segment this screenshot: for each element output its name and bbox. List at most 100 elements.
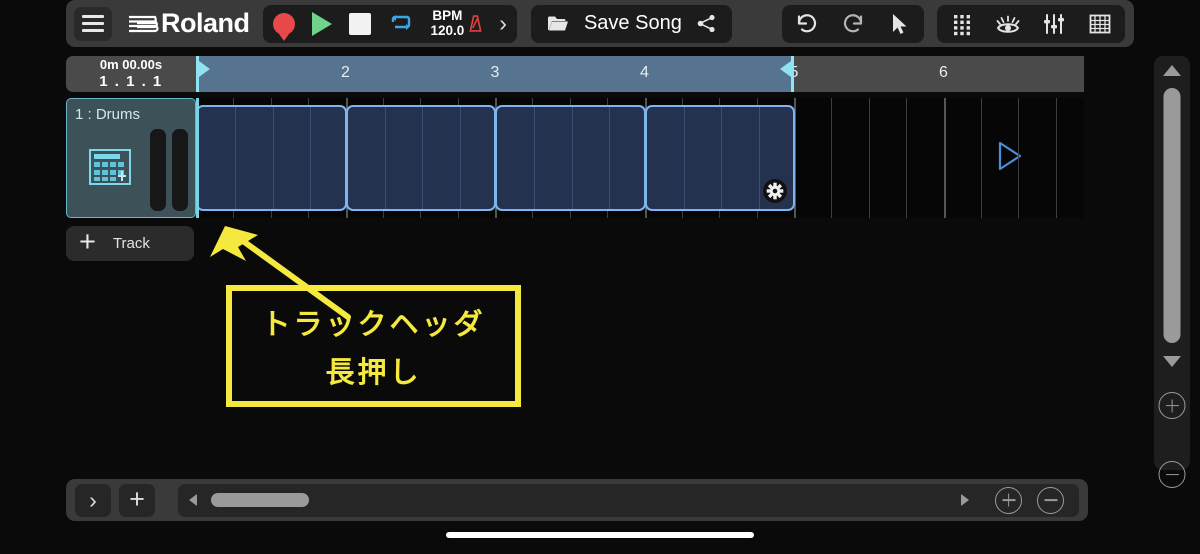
- bpm-display[interactable]: BPM 120.0: [430, 7, 483, 39]
- time-display: 0m 00.00s: [99, 56, 163, 72]
- vertical-scrollbar[interactable]: [1154, 56, 1190, 488]
- beat-gridline: [1055, 98, 1057, 218]
- clip-beat-line: [422, 107, 424, 209]
- clip-beat-line: [683, 107, 685, 209]
- triangle-down-icon[interactable]: [1163, 356, 1181, 367]
- tools-groups: [782, 4, 1125, 43]
- loop-button[interactable]: [388, 12, 414, 36]
- transport-controls: BPM 120.0 ›: [262, 4, 517, 43]
- clip-beat-line: [235, 107, 237, 209]
- annotation-callout: トラックヘッダ 長押し: [225, 284, 522, 408]
- stop-icon: [348, 12, 371, 35]
- folder-icon[interactable]: [547, 15, 569, 32]
- bar-gridline: [943, 98, 946, 218]
- triangle-left-icon[interactable]: [189, 494, 197, 506]
- ruler-bar-number: 2: [341, 64, 350, 81]
- pads-grid-icon[interactable]: [950, 12, 974, 36]
- track-header-drums[interactable]: 1 : Drums: [66, 98, 196, 218]
- beat-gridline: [868, 98, 870, 218]
- stop-button[interactable]: [348, 12, 371, 35]
- track-name-label: 1 : Drums: [75, 106, 141, 123]
- loop-marker-start[interactable]: [196, 56, 210, 92]
- roland-mark-icon: [129, 15, 159, 32]
- edit-tools-group: [782, 4, 924, 43]
- triangle-up-icon[interactable]: [1163, 65, 1181, 76]
- play-icon: [311, 11, 332, 36]
- roland-logo: Roland: [125, 8, 250, 39]
- bottom-toolbar: › +: [66, 479, 1088, 521]
- clip-beat-line: [310, 107, 312, 209]
- clip-beat-line: [721, 107, 723, 209]
- beat-gridline: [831, 98, 833, 218]
- clip[interactable]: [345, 105, 496, 211]
- ruler-bar-number: 3: [490, 64, 500, 81]
- bar-beat-display: 1 . 1 . 1: [99, 72, 163, 90]
- brand-name: Roland: [161, 8, 250, 38]
- ruler-bar-number: 4: [640, 64, 649, 81]
- clip-beat-line: [384, 107, 386, 209]
- share-icon[interactable]: [697, 14, 716, 33]
- plus-icon: +: [79, 225, 96, 258]
- loop-icon: [391, 14, 410, 30]
- annotation-line-2: 長押し: [325, 357, 422, 389]
- zoom-out-icon[interactable]: [1158, 461, 1186, 488]
- save-song-label[interactable]: Save Song: [584, 12, 682, 35]
- clip-beat-line: [758, 107, 760, 209]
- eye-icon[interactable]: [996, 12, 1020, 36]
- top-toolbar: Roland BPM 120.0 › Save Song: [66, 0, 1134, 47]
- song-file-group: Save Song: [530, 4, 732, 43]
- lane-play-button[interactable]: [996, 140, 1024, 177]
- time-position-display[interactable]: 0m 00.00s 1 . 1 . 1: [66, 56, 196, 92]
- clip-beat-line: [459, 107, 461, 209]
- clip[interactable]: [495, 105, 646, 211]
- ruler-bar-number: 6: [939, 64, 948, 81]
- zoom-out-icon[interactable]: [1037, 486, 1064, 514]
- annotation-line-1: トラックヘッダ: [261, 309, 486, 341]
- clip-beat-line: [272, 107, 274, 209]
- clip-beat-line: [571, 107, 573, 209]
- zoom-in-icon[interactable]: [995, 486, 1022, 514]
- bpm-value: 120.0: [430, 22, 465, 38]
- redo-icon[interactable]: [841, 12, 865, 36]
- zoom-in-icon[interactable]: [1158, 392, 1186, 419]
- timeline-ruler[interactable]: 23456: [196, 56, 1084, 92]
- clip-beat-line: [609, 107, 611, 209]
- track-lane-drums[interactable]: [196, 98, 1084, 218]
- playhead[interactable]: [196, 98, 199, 218]
- play-button[interactable]: [311, 11, 332, 36]
- plus-icon: +: [129, 483, 145, 514]
- bpm-label: BPM: [432, 7, 463, 23]
- clip[interactable]: [196, 105, 347, 211]
- mixer-faders-icon[interactable]: [1042, 12, 1066, 36]
- record-icon: [272, 12, 295, 35]
- home-indicator: [446, 532, 754, 538]
- beat-gridline: [1018, 98, 1020, 218]
- hamburger-menu-icon[interactable]: [74, 6, 112, 41]
- clip-beat-line: [534, 107, 536, 209]
- horizontal-scroll-thumb[interactable]: [211, 493, 309, 507]
- gear-icon[interactable]: [763, 179, 787, 203]
- piano-grid-icon[interactable]: [1088, 12, 1112, 36]
- triangle-right-icon[interactable]: [961, 494, 969, 506]
- metronome-icon: [469, 15, 482, 32]
- horizontal-scrollbar[interactable]: [178, 483, 1079, 517]
- clip[interactable]: [644, 105, 795, 211]
- track-level-meters: [150, 129, 188, 211]
- roland-zenbeats-app: Roland BPM 120.0 › Save Song 0m 00.00s 1…: [0, 0, 1200, 554]
- panel-expand-button[interactable]: ›: [75, 483, 111, 517]
- view-tools-group: [937, 4, 1125, 43]
- undo-icon[interactable]: [795, 12, 819, 36]
- pointer-icon[interactable]: [887, 12, 911, 36]
- chevron-right-icon: ›: [89, 486, 97, 513]
- drum-grid-icon[interactable]: [89, 149, 131, 185]
- add-track-label: Track: [112, 235, 150, 252]
- add-track-button[interactable]: + Track: [66, 226, 194, 261]
- vertical-scroll-thumb[interactable]: [1163, 88, 1181, 343]
- record-button[interactable]: [272, 12, 295, 35]
- add-button[interactable]: +: [119, 483, 155, 517]
- beat-gridline: [980, 98, 982, 218]
- loop-marker-end[interactable]: [780, 56, 794, 92]
- play-outline-icon: [998, 141, 1022, 171]
- transport-expand-button[interactable]: ›: [499, 12, 507, 35]
- beat-gridline: [906, 98, 908, 218]
